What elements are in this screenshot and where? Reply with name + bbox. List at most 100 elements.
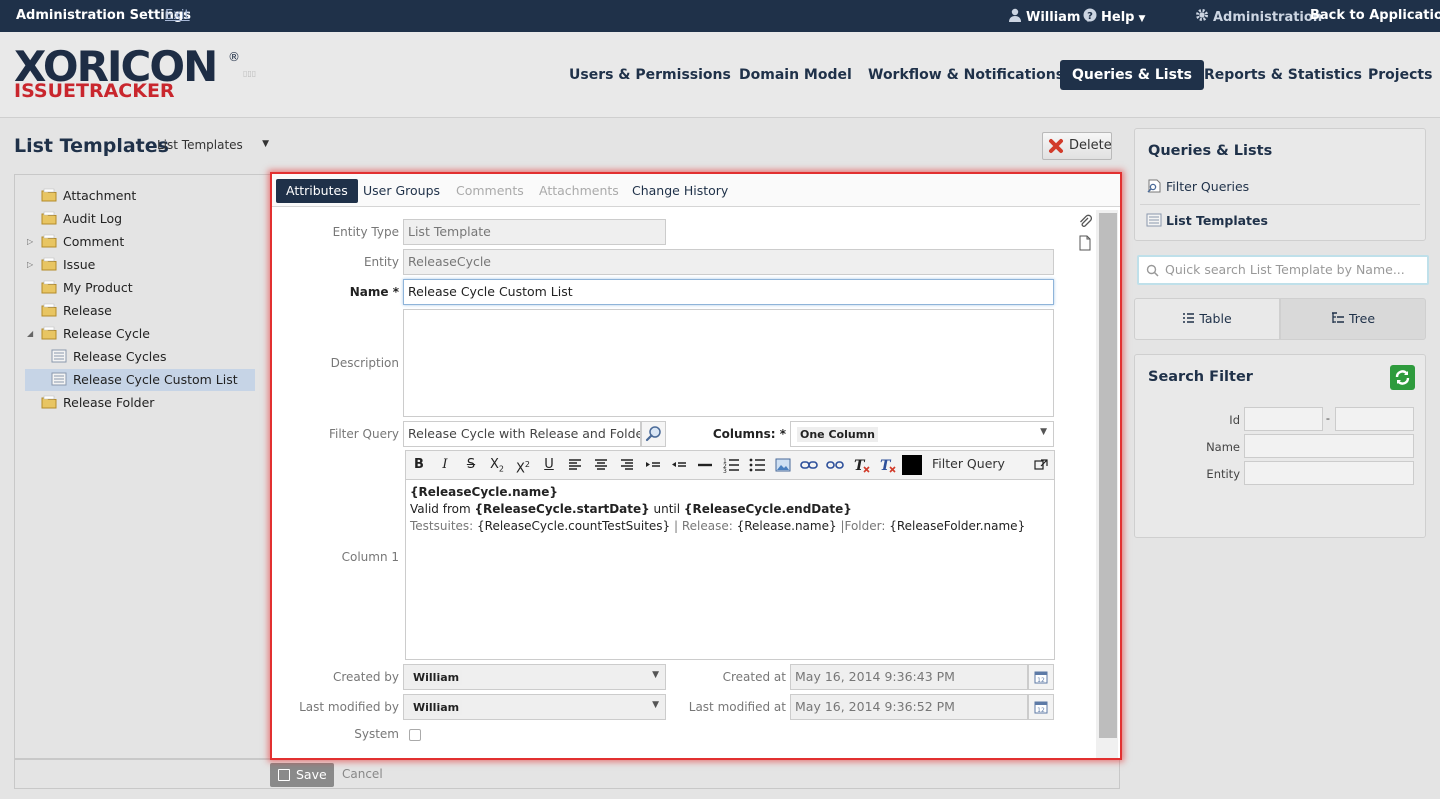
tree-item-release-cycle[interactable]: ◢ Release Cycle: [27, 323, 150, 345]
superscript-button[interactable]: X2: [512, 455, 534, 476]
nav-domain-model[interactable]: Domain Model: [727, 60, 864, 90]
svg-text:12: 12: [1037, 677, 1045, 684]
help-label: Help: [1101, 10, 1135, 25]
tree-item-release[interactable]: Release: [41, 300, 112, 322]
list-icon: [1146, 213, 1162, 227]
collapse-icon[interactable]: ◢: [27, 323, 33, 345]
maximize-icon[interactable]: [1030, 455, 1052, 475]
chevron-down-icon: ▼: [652, 670, 659, 680]
unlink-icon[interactable]: [824, 455, 846, 475]
back-to-application-link[interactable]: Back to Application: [1310, 8, 1440, 23]
bold-button[interactable]: B: [408, 455, 430, 475]
save-button[interactable]: Save: [270, 763, 334, 787]
align-left-icon[interactable]: [564, 455, 586, 475]
tree-item-issue[interactable]: ▷ Issue: [27, 254, 95, 276]
align-center-icon[interactable]: [590, 455, 612, 475]
description-textarea[interactable]: [403, 309, 1054, 417]
view-tree-button[interactable]: Tree: [1280, 298, 1426, 340]
cancel-button[interactable]: Cancel: [342, 767, 383, 781]
filter-query-lookup-button[interactable]: [641, 421, 666, 447]
vertical-scrollbar[interactable]: [1096, 210, 1118, 758]
nav-reports-statistics[interactable]: Reports & Statistics: [1192, 60, 1374, 90]
user-icon: [1009, 8, 1021, 22]
tree-item-release-cycles[interactable]: Release Cycles: [51, 346, 167, 368]
editor-line-3: Testsuites: {ReleaseCycle.countTestSuite…: [410, 519, 1026, 533]
scrollbar-thumb[interactable]: [1099, 213, 1117, 738]
entity-type-label: Entity Type: [332, 225, 399, 239]
quick-search-input[interactable]: Quick search List Template by Name...: [1137, 255, 1429, 285]
clear-styles-icon[interactable]: T: [876, 455, 898, 475]
remove-format-icon[interactable]: T: [850, 455, 872, 475]
exit-link[interactable]: Exit: [165, 8, 190, 23]
tree-item-release-folder[interactable]: Release Folder: [41, 392, 154, 414]
filter-name-input[interactable]: [1244, 434, 1414, 458]
nav-workflow-notifications[interactable]: Workflow & Notifications: [856, 60, 1076, 90]
underline-button[interactable]: U: [538, 455, 560, 475]
administration-link[interactable]: Administration: [1195, 8, 1322, 25]
tree-icon: [1331, 312, 1344, 323]
document-icon[interactable]: [1078, 235, 1092, 251]
app-header: XORICON ® ISSUETRACKER ▯▯▯ Users & Permi…: [0, 32, 1440, 118]
paperclip-icon[interactable]: [1078, 214, 1092, 230]
tab-user-groups[interactable]: User Groups: [353, 179, 450, 203]
filter-id-to-input[interactable]: [1335, 407, 1414, 431]
template-type-select[interactable]: List Templates ▼: [157, 138, 269, 152]
created-by-select: William ▼: [403, 664, 666, 690]
subscript-button[interactable]: X2: [486, 455, 508, 475]
created-at-calendar-button[interactable]: 12: [1028, 664, 1054, 690]
gear-icon: [1196, 9, 1208, 21]
quick-search-placeholder: Quick search List Template by Name...: [1165, 262, 1405, 277]
strikethrough-button[interactable]: S: [460, 455, 482, 475]
text-color-button[interactable]: [902, 455, 922, 475]
outdent-icon[interactable]: [668, 455, 690, 475]
align-right-icon[interactable]: [616, 455, 638, 475]
sidebar-item-list-templates[interactable]: List Templates: [1146, 213, 1268, 228]
nav-projects[interactable]: Projects: [1356, 60, 1440, 90]
name-input[interactable]: Release Cycle Custom List: [403, 279, 1054, 305]
last-modified-by-label: Last modified by: [299, 700, 399, 714]
refresh-filter-button[interactable]: [1390, 365, 1415, 390]
tab-comments: Comments: [456, 183, 524, 198]
column1-editor[interactable]: {ReleaseCycle.name} Valid from {ReleaseC…: [405, 480, 1055, 660]
tree-item-my-product[interactable]: My Product: [41, 277, 133, 299]
tab-attributes[interactable]: Attributes: [276, 179, 358, 203]
tree-item-comment[interactable]: ▷ Comment: [27, 231, 124, 253]
columns-select[interactable]: One Column ▼: [790, 421, 1054, 447]
insert-filter-query-button[interactable]: Filter Query: [932, 456, 1005, 471]
filter-query-field[interactable]: Release Cycle with Release and Folder (6…: [403, 421, 641, 447]
filter-query-label: Filter Query: [328, 427, 399, 441]
link-icon[interactable]: [798, 455, 820, 475]
logo-dots: ▯▯▯: [243, 69, 257, 78]
sidebar-item-filter-queries[interactable]: Filter Queries: [1146, 179, 1249, 194]
bullet-list-icon[interactable]: [746, 455, 768, 475]
horizontal-rule-icon[interactable]: [694, 455, 716, 475]
italic-button[interactable]: I: [434, 455, 456, 475]
system-checkbox[interactable]: [409, 729, 421, 741]
view-table-button[interactable]: Table: [1134, 298, 1280, 340]
last-modified-at-calendar-button[interactable]: 12: [1028, 694, 1054, 720]
filter-id-label: Id: [1229, 413, 1240, 427]
folder-icon: [41, 325, 57, 340]
tree-item-audit-log[interactable]: Audit Log: [41, 208, 122, 230]
indent-icon[interactable]: [642, 455, 664, 475]
delete-button[interactable]: Delete: [1042, 132, 1112, 160]
filter-query-icon: [1146, 179, 1162, 193]
user-menu[interactable]: William▼: [1008, 8, 1091, 25]
folder-icon: [41, 256, 57, 271]
help-menu[interactable]: ? Help ▼: [1083, 8, 1145, 25]
image-icon[interactable]: [772, 455, 794, 475]
filter-id-from-input[interactable]: [1244, 407, 1323, 431]
tab-change-history[interactable]: Change History: [622, 179, 738, 203]
nav-queries-lists[interactable]: Queries & Lists: [1060, 60, 1204, 90]
tree-item-release-cycle-custom-list[interactable]: Release Cycle Custom List: [25, 369, 255, 391]
created-by-value: William: [410, 670, 463, 685]
expand-icon[interactable]: ▷: [27, 231, 33, 253]
last-modified-at-field: May 16, 2014 9:36:52 PM: [790, 694, 1028, 720]
nav-users-permissions[interactable]: Users & Permissions: [557, 60, 743, 90]
description-label: Description: [330, 356, 399, 370]
filter-entity-input[interactable]: [1244, 461, 1414, 485]
expand-icon[interactable]: ▷: [27, 254, 33, 276]
numbered-list-icon[interactable]: 123: [720, 455, 742, 475]
tree-item-attachment[interactable]: Attachment: [41, 185, 136, 207]
editor-panel: Attributes User Groups Comments Attachme…: [270, 172, 1122, 760]
